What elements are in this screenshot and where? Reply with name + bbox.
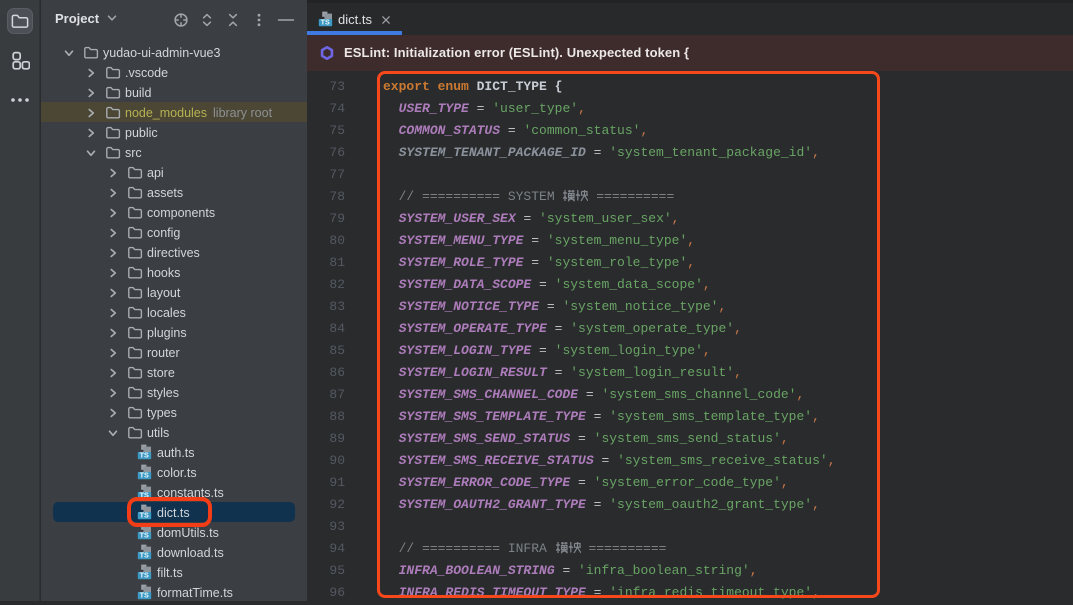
svg-text:TS: TS [321,18,330,27]
svg-text:TS: TS [140,471,149,480]
svg-text:TS: TS [140,531,149,540]
svg-text:TS: TS [140,571,149,580]
svg-text:TS: TS [140,551,149,560]
svg-text:TS: TS [140,451,149,460]
svg-text:TS: TS [140,591,149,600]
